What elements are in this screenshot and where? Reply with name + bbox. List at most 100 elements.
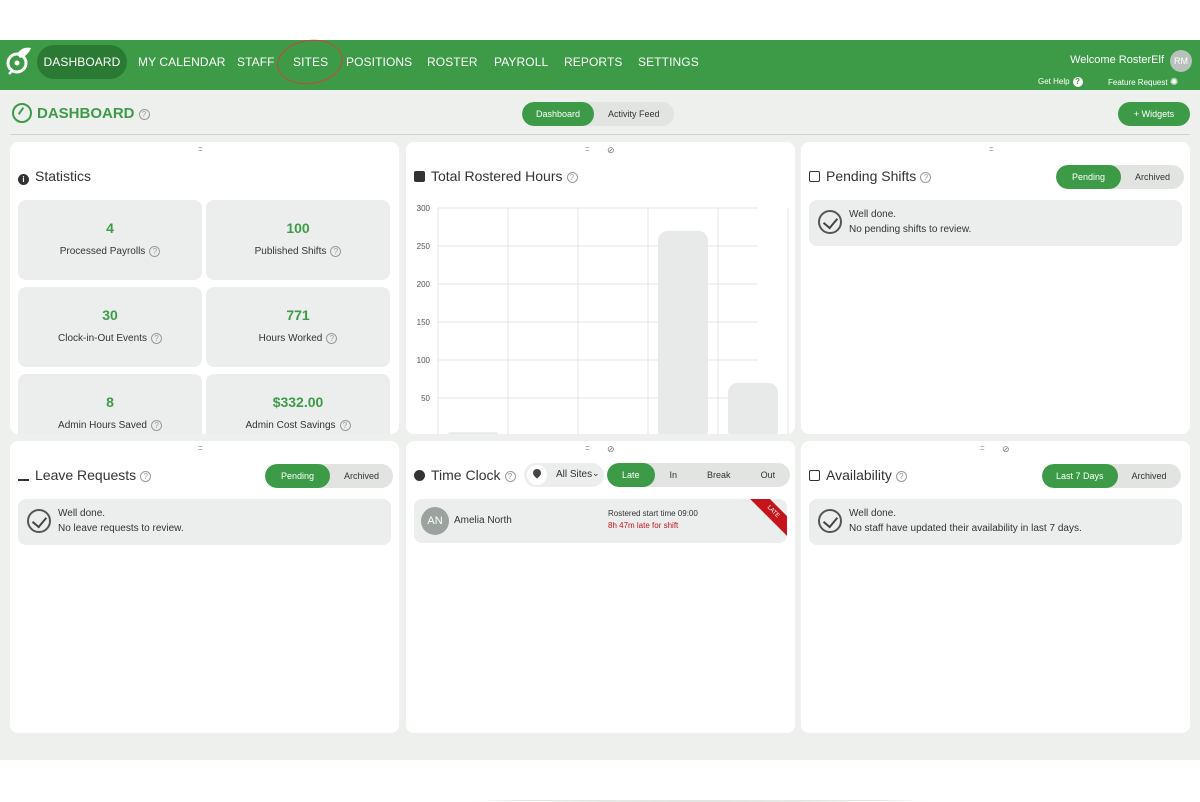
toggle-last-7-days[interactable]: Last 7 Days: [1042, 464, 1118, 488]
message-title: Well done.: [849, 508, 897, 519]
card-title: Availability: [826, 467, 892, 483]
chart-bar[interactable]: [658, 230, 708, 434]
tab-activity-feed[interactable]: Activity Feed: [594, 102, 674, 126]
stat-admin-hours: 8 Admin Hours Saved?: [18, 374, 202, 434]
time-clock-entry[interactable]: AN Amelia North Rostered start time 09:0…: [414, 499, 787, 543]
rosterelf-logo[interactable]: [6, 46, 32, 76]
help-icon[interactable]: ?: [149, 246, 161, 257]
leave-requests-card: :::: Leave Requests? Pending Archived We…: [10, 441, 399, 733]
get-help-link[interactable]: Get Help?: [1038, 77, 1083, 87]
toggle-archived[interactable]: Archived: [1118, 464, 1181, 488]
stat-label: Admin Cost Savings: [245, 420, 336, 432]
hide-eye-icon[interactable]: ⊘: [1002, 444, 1010, 455]
nav-settings[interactable]: SETTINGS: [638, 55, 699, 71]
drag-handle-icon[interactable]: ::::: [198, 445, 212, 452]
nav-reports[interactable]: REPORTS: [564, 55, 623, 71]
hide-eye-icon[interactable]: ⊘: [607, 444, 615, 455]
nav-my-calendar[interactable]: MY CALENDAR: [138, 55, 226, 71]
stat-label: Processed Payrolls: [59, 246, 146, 258]
time-clock-tabs: Late In Break Out: [607, 463, 791, 487]
stat-value: 8: [106, 394, 114, 410]
staff-avatar: AN: [421, 507, 449, 535]
help-icon[interactable]: ?: [504, 470, 516, 482]
card-title: Pending Shifts: [826, 168, 917, 184]
stat-value: 4: [106, 220, 114, 236]
help-icon[interactable]: ?: [330, 246, 342, 257]
tab-break[interactable]: Break: [692, 463, 746, 487]
rostered-hours-chart: 300 250 200 150 100 50: [417, 204, 789, 434]
time-clock-card: :::: ⊘ Time Clock? All Sites ⌄ Late In B…: [406, 441, 795, 733]
drag-handle-icon[interactable]: ::::: [585, 445, 599, 452]
feature-request-label: Feature Request: [1108, 78, 1168, 87]
toggle-pending[interactable]: Pending: [265, 464, 331, 488]
help-icon[interactable]: ?: [150, 333, 162, 344]
message-body: No pending shifts to review.: [849, 224, 972, 235]
late-duration: 8h 47m late for shift: [608, 521, 679, 530]
nav-positions[interactable]: POSITIONS: [346, 55, 412, 71]
staff-name: Amelia North: [454, 515, 512, 526]
leave-requests-message: Well done. No leave requests to review.: [18, 499, 391, 545]
drag-handle-icon[interactable]: ::::: [989, 146, 1003, 153]
tab-dashboard[interactable]: Dashboard: [522, 102, 595, 126]
y-tick-label: 300: [417, 204, 431, 213]
stat-value: 100: [286, 220, 310, 236]
card-title: Total Rostered Hours: [431, 168, 563, 184]
stat-label: Admin Hours Saved: [58, 420, 147, 432]
tab-out[interactable]: Out: [746, 463, 791, 487]
tab-late[interactable]: Late: [607, 463, 655, 487]
rostered-time: Rostered start time 09:00: [608, 509, 698, 518]
help-icon[interactable]: ?: [326, 333, 338, 344]
y-tick-label: 100: [417, 356, 431, 365]
toggle-pending[interactable]: Pending: [1056, 165, 1122, 189]
clock-icon: [414, 470, 425, 481]
message-body: No leave requests to review.: [58, 523, 184, 534]
message-title: Well done.: [58, 508, 106, 519]
nav-payroll[interactable]: PAYROLL: [494, 55, 548, 71]
divider: [10, 134, 1190, 135]
user-avatar[interactable]: RM: [1170, 50, 1192, 72]
message-title: Well done.: [849, 209, 897, 220]
stat-value: 30: [102, 307, 118, 323]
help-icon[interactable]: ?: [920, 171, 932, 183]
help-icon[interactable]: ?: [895, 470, 907, 482]
help-icon[interactable]: ?: [566, 171, 578, 183]
help-icon[interactable]: ?: [150, 420, 162, 431]
toggle-archived[interactable]: Archived: [1121, 165, 1184, 189]
card-title: Leave Requests: [35, 467, 137, 483]
chevron-down-icon: ⌄: [592, 468, 600, 478]
hide-eye-icon[interactable]: ⊘: [607, 145, 615, 156]
drag-handle-icon[interactable]: ::::: [980, 445, 994, 452]
welcome-text: Welcome RosterElf: [1070, 54, 1164, 66]
drag-handle-icon[interactable]: ::::: [585, 146, 599, 153]
help-icon[interactable]: ?: [138, 108, 150, 120]
stat-hours-worked: 771 Hours Worked?: [206, 287, 390, 367]
availability-toggle: Last 7 Days Archived: [1042, 464, 1181, 488]
help-icon[interactable]: ?: [140, 470, 152, 482]
calendar-user-icon: [809, 470, 820, 481]
pending-shifts-toggle: Pending Archived: [1056, 165, 1185, 189]
y-tick-label: 250: [417, 242, 431, 251]
availability-message: Well done. No staff have updated their a…: [809, 499, 1182, 545]
pending-shifts-card: :::: Pending Shifts? Pending Archived We…: [801, 142, 1190, 434]
chart-bar[interactable]: [448, 432, 498, 434]
availability-card: :::: ⊘ Availability? Last 7 Days Archive…: [801, 441, 1190, 733]
site-select[interactable]: All Sites ⌄: [524, 463, 604, 487]
toggle-archived[interactable]: Archived: [330, 464, 393, 488]
leave-requests-toggle: Pending Archived: [265, 464, 394, 488]
stat-processed-payrolls: 4 Processed Payrolls?: [18, 200, 202, 280]
tab-in[interactable]: In: [655, 463, 693, 487]
add-widgets-button[interactable]: + Widgets: [1118, 102, 1190, 126]
site-select-value: All Sites: [556, 469, 593, 480]
stat-value: $332.00: [272, 394, 324, 410]
stat-label: Published Shifts: [254, 246, 327, 258]
nav-staff[interactable]: STAFF: [237, 55, 275, 71]
y-tick-label: 50: [421, 394, 430, 403]
drag-handle-icon[interactable]: ::::: [198, 146, 212, 153]
help-icon[interactable]: ?: [339, 420, 351, 431]
late-ribbon: LATE: [748, 499, 787, 537]
chart-bar[interactable]: [728, 382, 778, 434]
nav-dashboard[interactable]: DASHBOARD: [37, 45, 127, 79]
nav-roster[interactable]: ROSTER: [427, 55, 478, 71]
check-circle-icon: [818, 509, 842, 533]
feature-request-link[interactable]: Feature Request ✺: [1108, 77, 1178, 88]
